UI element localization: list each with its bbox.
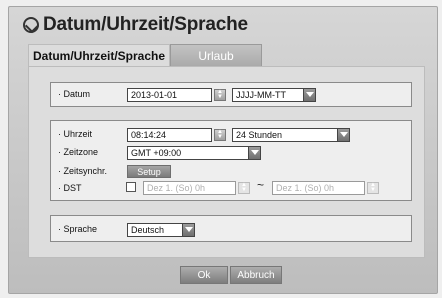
date-field[interactable]: 2013-01-01: [127, 88, 212, 102]
page-title: Datum/Uhrzeit/Sprache: [43, 14, 248, 35]
timezone-select[interactable]: GMT +09:00: [127, 146, 261, 160]
date-format-value: JJJJ-MM-TT: [236, 90, 286, 100]
time-sync-label: · Zeitsynchr.: [58, 166, 108, 176]
language-value: Deutsch: [131, 225, 165, 235]
date-label: · Datum: [58, 89, 91, 99]
dst-label: · DST: [58, 183, 82, 193]
chevron-down-icon[interactable]: [182, 224, 194, 236]
dst-end-spinner[interactable]: ▲ ▼: [367, 182, 379, 194]
time-label: · Uhrzeit: [58, 129, 93, 139]
timezone-label: · Zeitzone: [58, 147, 99, 157]
language-select[interactable]: Deutsch: [127, 223, 195, 237]
back-arrow-icon[interactable]: [23, 17, 39, 33]
time-format-select[interactable]: 24 Stunden: [232, 128, 350, 142]
dst-start-field[interactable]: Dez 1. (So) 0h: [143, 181, 236, 195]
cancel-button[interactable]: Abbruch: [230, 266, 282, 284]
tab-holiday[interactable]: Urlaub: [170, 44, 262, 66]
chevron-down-icon[interactable]: [337, 129, 349, 141]
chevron-down-icon[interactable]: [248, 147, 260, 159]
dst-range-separator: ~: [257, 178, 265, 192]
ok-button[interactable]: Ok: [180, 266, 228, 284]
time-spinner[interactable]: ▲ ▼: [214, 129, 226, 141]
tab-date-time-language[interactable]: Datum/Uhrzeit/Sprache: [28, 44, 170, 66]
timezone-value: GMT +09:00: [131, 148, 182, 158]
dst-end-field[interactable]: Dez 1. (So) 0h: [272, 181, 365, 195]
language-label: · Sprache: [58, 224, 98, 234]
date-spinner[interactable]: ▲ ▼: [214, 89, 226, 101]
setup-button[interactable]: Setup: [127, 165, 171, 178]
time-format-value: 24 Stunden: [236, 130, 283, 140]
dialog-title-row: Datum/Uhrzeit/Sprache: [23, 12, 248, 38]
date-group: [50, 82, 412, 107]
dst-checkbox[interactable]: [126, 182, 136, 192]
time-field[interactable]: 08:14:24: [127, 128, 212, 142]
language-group: [50, 215, 412, 242]
date-format-select[interactable]: JJJJ-MM-TT: [232, 88, 316, 102]
dst-start-spinner[interactable]: ▲ ▼: [238, 182, 250, 194]
chevron-down-icon[interactable]: [303, 89, 315, 101]
